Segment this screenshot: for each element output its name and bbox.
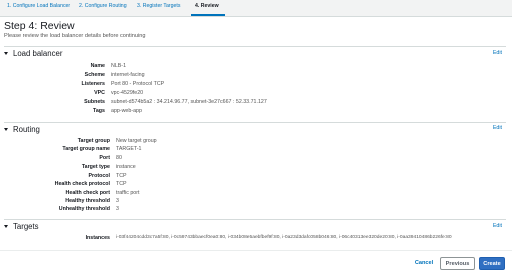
detail-value: New target group <box>116 138 157 144</box>
detail-label: Healthy threshold <box>65 198 110 204</box>
detail-row-target-group-name: Target group name TARGET-1 <box>0 145 512 153</box>
detail-row-unhealthy-threshold: Unhealthy threshold 3 <box>0 205 512 213</box>
detail-value: 3 <box>116 206 119 212</box>
detail-label: Listeners <box>81 81 105 87</box>
detail-row-healthy-threshold: Healthy threshold 3 <box>0 197 512 205</box>
detail-row-target-type: Target type instance <box>0 163 512 171</box>
detail-row-subnets: Subnets subnet-d574b5a2 : 34.214.96.77, … <box>0 98 512 106</box>
section-divider <box>4 122 506 123</box>
detail-row-protocol: Protocol TCP <box>0 172 512 180</box>
detail-value: 80 <box>116 155 122 161</box>
detail-row-tags: Tags app-web-app <box>0 107 512 115</box>
detail-value: TCP <box>116 173 127 179</box>
detail-label: Health check protocol <box>54 181 110 187</box>
detail-value: TCP <box>116 181 127 187</box>
previous-button[interactable]: Previous <box>440 257 475 270</box>
detail-value: app-web-app <box>111 108 142 114</box>
detail-value: subnet-d574b5a2 : 34.214.96.77, subnet-3… <box>111 99 267 105</box>
caret-down-icon <box>4 224 8 228</box>
create-button[interactable]: Create <box>479 257 505 270</box>
section-divider <box>4 46 506 47</box>
section-toggle-targets[interactable]: Targets <box>4 221 39 231</box>
section-title-routing: Routing <box>13 124 40 134</box>
section-toggle-routing[interactable]: Routing <box>4 124 40 134</box>
edit-targets-link[interactable]: Edit <box>493 223 502 229</box>
detail-label: Target group name <box>62 146 110 152</box>
detail-label: Protocol <box>88 173 110 179</box>
detail-label: Tags <box>93 108 105 114</box>
active-step-indicator <box>191 14 225 16</box>
detail-row-instances: Instances i-03f44204cdd3c7a5f:80, i-0c59… <box>0 234 512 242</box>
detail-row-listeners: Listeners Port 80 - Protocol TCP <box>0 80 512 88</box>
detail-label: VPC <box>94 90 105 96</box>
caret-down-icon <box>4 127 8 131</box>
edit-routing-link[interactable]: Edit <box>493 125 502 131</box>
detail-value: traffic port <box>116 190 140 196</box>
detail-row-scheme: Scheme internet-facing <box>0 71 512 79</box>
detail-row-port: Port 80 <box>0 154 512 162</box>
detail-row-name: Name NLB-1 <box>0 62 512 70</box>
cancel-button[interactable]: Cancel <box>410 257 438 270</box>
page-title: Step 4: Review <box>4 20 75 32</box>
detail-label: Target group <box>77 138 110 144</box>
detail-value: TARGET-1 <box>116 146 142 152</box>
caret-down-icon <box>4 51 8 55</box>
detail-label: Subnets <box>84 99 105 105</box>
detail-row-health-check-protocol: Health check protocol TCP <box>0 180 512 188</box>
detail-row-health-check-port: Health check port traffic port <box>0 189 512 197</box>
wizard-steps: 1. Configure Load Balancer 2. Configure … <box>0 0 512 17</box>
detail-value: internet-facing <box>111 72 145 78</box>
detail-label: Name <box>90 63 105 69</box>
detail-label: Port <box>99 155 110 161</box>
detail-value: vpc-4529fe20 <box>111 90 144 96</box>
detail-label: Unhealthy threshold <box>58 206 110 212</box>
step-tab-configure-routing[interactable]: 2. Configure Routing <box>79 3 127 9</box>
detail-row-vpc: VPC vpc-4529fe20 <box>0 89 512 97</box>
detail-row-target-group: Target group New target group <box>0 137 512 145</box>
detail-label: Instances <box>85 235 110 241</box>
step-tab-register-targets[interactable]: 3. Register Targets <box>137 3 180 9</box>
footer-divider <box>0 250 512 251</box>
edit-load-balancer-link[interactable]: Edit <box>493 50 502 56</box>
detail-value: NLB-1 <box>111 63 127 69</box>
section-divider <box>4 219 506 220</box>
detail-value: Port 80 - Protocol TCP <box>111 81 165 87</box>
section-title-load-balancer: Load balancer <box>13 48 63 58</box>
detail-value: instance <box>116 164 136 170</box>
detail-label: Scheme <box>84 72 105 78</box>
section-title-targets: Targets <box>13 221 39 231</box>
detail-value: i-03f44204cdd3c7a5f:80, i-0c59743bbaecf0… <box>116 235 452 240</box>
detail-label: Target type <box>81 164 110 170</box>
page-subtitle: Please review the load balancer details … <box>4 33 146 39</box>
section-toggle-load-balancer[interactable]: Load balancer <box>4 48 62 58</box>
step-tab-configure-load-balancer[interactable]: 1. Configure Load Balancer <box>7 3 70 9</box>
step-tab-review[interactable]: 4. Review <box>195 3 219 9</box>
detail-value: 3 <box>116 198 119 204</box>
detail-label: Health check port <box>65 190 110 196</box>
